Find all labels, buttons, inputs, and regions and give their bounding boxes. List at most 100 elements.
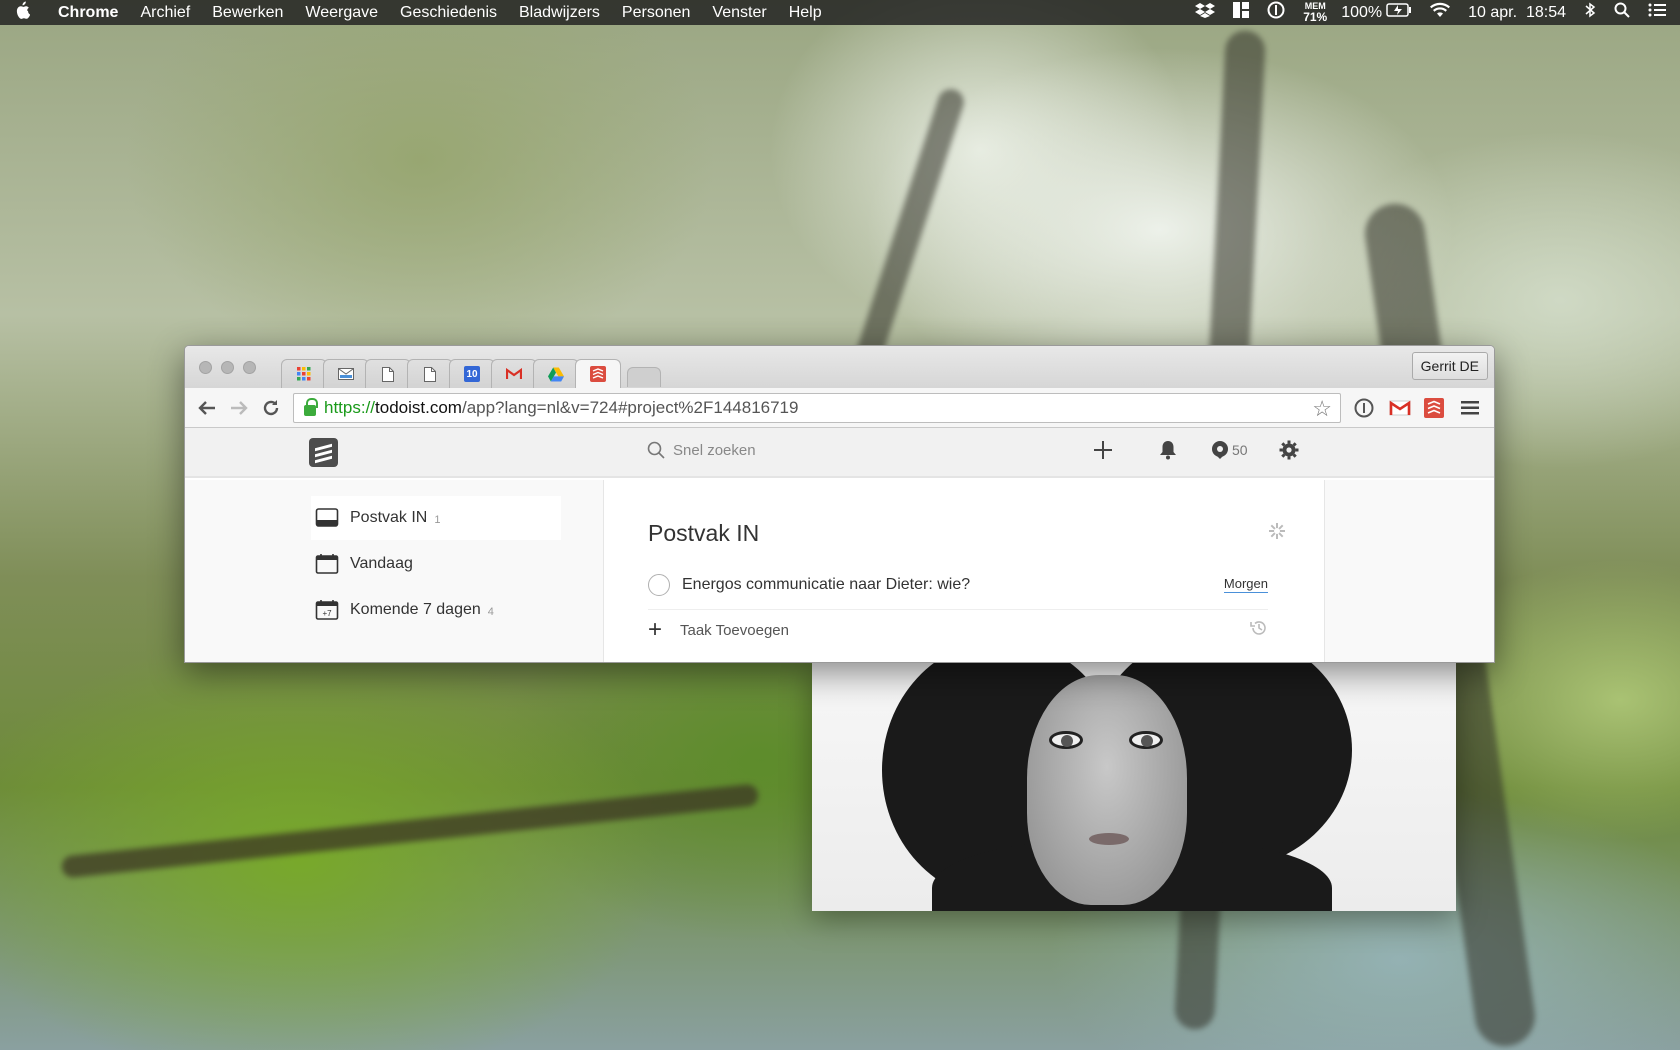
photo-window [812, 660, 1456, 911]
bell-icon [1160, 441, 1176, 460]
dropbox-icon[interactable] [1195, 2, 1216, 23]
upcoming-calendar-icon: +7 [315, 600, 339, 620]
password-extension-icon[interactable] [1353, 397, 1375, 419]
todoist-icon [590, 366, 606, 382]
add-task-label: Taak Toevoegen [680, 621, 789, 639]
quick-search-placeholder: Snel zoeken [673, 441, 756, 459]
url-path: /app?lang=nl&v=724#project%2F144816719 [461, 398, 799, 417]
todoist-top-bar: Snel zoeken 50 [185, 428, 1494, 478]
menu-archief[interactable]: Archief [140, 4, 190, 22]
window-controls [199, 361, 265, 374]
bluetooth-icon[interactable] [1584, 2, 1596, 23]
password-manager-icon[interactable] [1267, 1, 1285, 24]
tab-todoist[interactable] [575, 359, 621, 388]
menu-help[interactable]: Help [789, 4, 822, 22]
menu-app-name[interactable]: Chrome [58, 4, 118, 22]
todoist-logo-icon[interactable] [309, 438, 338, 467]
chrome-menu-icon[interactable] [1459, 397, 1481, 419]
quick-search[interactable]: Snel zoeken [647, 441, 756, 459]
clock[interactable]: 10 apr. 18:54 [1468, 4, 1566, 22]
plus-icon: + [648, 616, 663, 643]
sidebar-item-komende-7-dagen[interactable]: +7 Komende 7 dagen 4 [311, 588, 561, 632]
task-title[interactable]: Energos communicatie naar Dieter: wie? [682, 576, 970, 594]
tabs: 10 [281, 359, 661, 388]
sidebar-item-postvak-in[interactable]: Postvak IN 1 [311, 496, 561, 540]
project-title: Postvak IN [648, 520, 760, 546]
history-icon[interactable] [1250, 619, 1268, 642]
todoist-extension-icon[interactable] [1423, 397, 1445, 419]
bookmark-star-icon[interactable]: ☆ [1312, 396, 1332, 422]
browser-window: 10 Gerrit DE https:// todoist.com /app?l… [184, 345, 1495, 663]
document-icon [422, 366, 438, 382]
karma-icon [1212, 441, 1228, 459]
menu-bewerken[interactable]: Bewerken [212, 4, 283, 22]
close-window-button[interactable] [199, 361, 212, 374]
apple-menu-icon[interactable] [14, 1, 32, 24]
menu-personen[interactable]: Personen [622, 4, 691, 22]
project-view: Postvak IN Energos communicatie naar Die… [603, 480, 1325, 662]
browser-toolbar: https://todoist.com/app?lang=nl&v=724#pr… [185, 388, 1494, 428]
tab-calendar[interactable]: 10 [449, 359, 495, 388]
project-settings-icon[interactable] [1268, 522, 1286, 545]
quick-add-button[interactable] [1093, 440, 1113, 460]
url-host: todoist.com [375, 398, 462, 417]
task-due-date[interactable]: Morgen [1223, 576, 1268, 593]
tab-document-1[interactable] [365, 359, 411, 388]
drive-icon [548, 366, 564, 382]
menu-bar: Chrome Archief Bewerken Weergave Geschie… [0, 0, 1680, 25]
sidebar-item-label: Vandaag [350, 555, 413, 572]
photo-eye-left [1049, 731, 1083, 749]
profile-button[interactable]: Gerrit DE [1411, 352, 1488, 380]
spotlight-icon[interactable] [1614, 2, 1630, 23]
forward-button[interactable] [227, 396, 251, 420]
plus-icon [1094, 441, 1112, 459]
menu-bladwijzers[interactable]: Bladwijzers [519, 4, 600, 22]
memory-value: 71% [1303, 10, 1328, 24]
notifications-button[interactable] [1159, 440, 1177, 460]
secure-lock-icon[interactable] [304, 397, 318, 416]
tab-apps[interactable] [281, 359, 327, 388]
tab-gmail[interactable] [491, 359, 537, 388]
reload-button[interactable] [259, 396, 283, 420]
inbox-icon [315, 508, 339, 527]
document-icon [380, 366, 396, 382]
sidebar-item-vandaag[interactable]: Vandaag [311, 542, 561, 586]
settings-button[interactable] [1279, 440, 1299, 460]
minimize-window-button[interactable] [221, 361, 234, 374]
sidebar-item-label: Postvak IN [350, 509, 428, 526]
calendar-icon [315, 554, 339, 574]
window-manager-icon[interactable] [1233, 2, 1250, 23]
apps-icon [296, 366, 312, 382]
todoist-body: Postvak IN 1 Vandaag +7 Komende 7 dagen … [185, 480, 1494, 662]
url-scheme: https:// [324, 398, 376, 417]
notification-center-icon[interactable] [1648, 3, 1666, 22]
tab-drive[interactable] [533, 359, 579, 388]
upcoming-icon-text: +7 [322, 609, 332, 618]
task-checkbox[interactable] [648, 573, 670, 596]
menu-weergave[interactable]: Weergave [305, 4, 378, 22]
add-task-button[interactable]: + Taak Toevoegen [648, 612, 1268, 648]
gmail-extension-icon[interactable] [1389, 397, 1411, 419]
menu-geschiedenis[interactable]: Geschiedenis [400, 4, 497, 22]
search-icon [647, 441, 665, 459]
menu-venster[interactable]: Venster [712, 4, 766, 22]
tab-document-2[interactable] [407, 359, 453, 388]
karma-button[interactable]: 50 [1211, 440, 1248, 460]
zoom-window-button[interactable] [243, 361, 256, 374]
gear-icon [1279, 440, 1299, 460]
memory-indicator[interactable]: MEM 71% [1303, 2, 1328, 24]
back-button[interactable] [195, 396, 219, 420]
photo-face [1027, 675, 1187, 905]
battery-icon[interactable] [1386, 3, 1412, 22]
tab-mail[interactable] [323, 359, 369, 388]
tab-strip: 10 Gerrit DE [185, 346, 1494, 388]
task-row[interactable]: Energos communicatie naar Dieter: wie? M… [648, 560, 1268, 610]
sidebar-item-count: 1 [434, 514, 441, 526]
address-bar[interactable]: https://todoist.com/app?lang=nl&v=724#pr… [293, 393, 1341, 423]
mail-icon [338, 366, 354, 382]
new-tab-button[interactable] [627, 367, 661, 387]
wifi-icon[interactable] [1430, 2, 1451, 23]
gmail-icon [506, 366, 522, 382]
sidebar-item-label: Komende 7 dagen [350, 601, 481, 618]
karma-score: 50 [1232, 442, 1248, 458]
